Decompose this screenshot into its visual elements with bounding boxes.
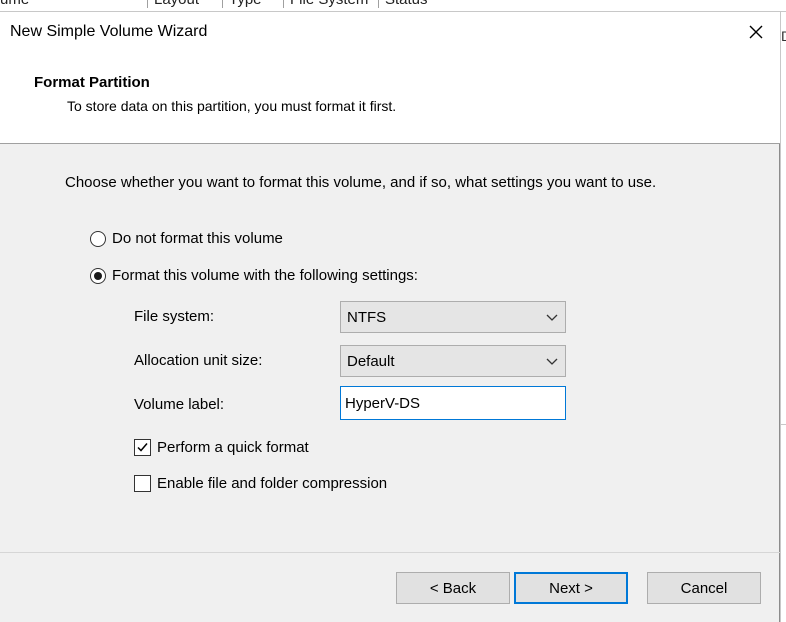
chevron-down-icon: [546, 314, 558, 321]
allocation-unit-size-dropdown[interactable]: Default: [340, 345, 566, 377]
footer-divider: [0, 552, 780, 553]
compression-checkbox[interactable]: [134, 475, 151, 492]
chevron-down-icon: [546, 358, 558, 365]
wizard-header: Format Partition To store data on this p…: [0, 52, 780, 144]
allocation-unit-size-label: Allocation unit size:: [134, 352, 263, 369]
bg-col-type: Type: [222, 0, 262, 8]
wizard-dialog: New Simple Volume Wizard Format Partitio…: [0, 12, 780, 622]
cancel-button[interactable]: Cancel: [647, 572, 761, 604]
quick-format-label: Perform a quick format: [157, 439, 309, 456]
radio-label-format-volume: Format this volume with the following se…: [112, 267, 418, 284]
title-bar: New Simple Volume Wizard: [0, 12, 780, 52]
background-window-divider: [780, 424, 786, 425]
file-system-label: File system:: [134, 308, 215, 325]
page-title: Format Partition: [34, 74, 150, 91]
compression-label: Enable file and folder compression: [157, 475, 388, 492]
file-system-value: NTFS: [347, 309, 387, 326]
close-button[interactable]: [736, 16, 776, 48]
quick-format-checkbox[interactable]: [134, 439, 151, 456]
background-window-edge: [780, 12, 786, 622]
radio-label-do-not-format: Do not format this volume: [112, 230, 283, 247]
radio-selected-dot: [94, 271, 102, 280]
bg-col-layout: Layout: [147, 0, 199, 8]
volume-label-label: Volume label:: [134, 396, 225, 413]
bg-col-volume: ume: [0, 0, 29, 8]
window-title: New Simple Volume Wizard: [10, 23, 208, 40]
instructions-text: Choose whether you want to format this v…: [65, 174, 657, 191]
radio-button-selected[interactable]: [90, 267, 106, 284]
next-button[interactable]: Next >: [514, 572, 628, 604]
volume-label-input[interactable]: [340, 386, 566, 420]
file-system-dropdown[interactable]: NTFS: [340, 301, 566, 333]
radio-do-not-format[interactable]: Do not format this volume: [90, 230, 283, 247]
compression-checkbox-row[interactable]: Enable file and folder compression: [134, 475, 387, 492]
close-icon: [749, 25, 763, 39]
allocation-unit-size-value: Default: [347, 353, 395, 370]
quick-format-checkbox-row[interactable]: Perform a quick format: [134, 439, 309, 456]
radio-button[interactable]: [90, 230, 106, 247]
page-subtitle: To store data on this partition, you mus…: [67, 98, 397, 114]
radio-format-volume[interactable]: Format this volume with the following se…: [90, 267, 418, 284]
back-button[interactable]: < Back: [396, 572, 510, 604]
bg-col-status: Status: [378, 0, 428, 8]
background-window-glyph: D: [781, 28, 786, 44]
checkmark-icon: [137, 443, 148, 452]
background-column-header: ume Layout Type File System Status: [0, 0, 786, 12]
bg-col-file-system: File System: [283, 0, 368, 8]
